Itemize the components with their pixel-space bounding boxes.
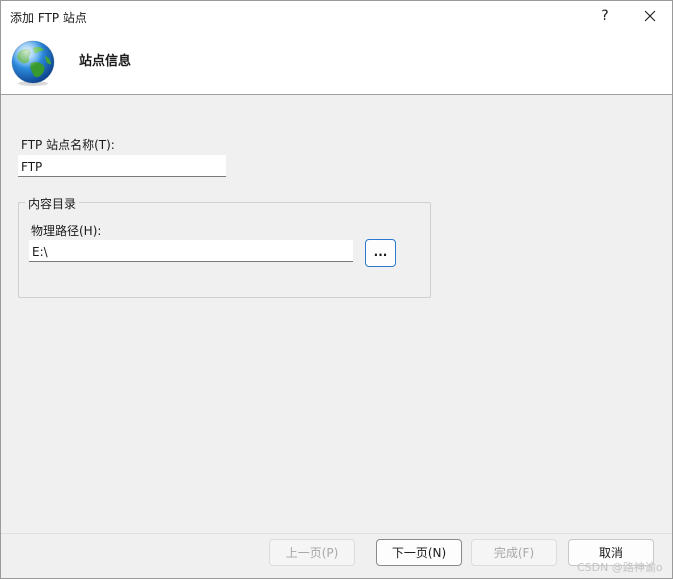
wizard-header: 站点信息 xyxy=(1,31,672,95)
page-title: 站点信息 xyxy=(79,54,132,69)
browse-button[interactable]: ... xyxy=(365,239,396,267)
browse-button-label: ... xyxy=(373,245,388,259)
footer-divider xyxy=(1,533,672,534)
finish-button[interactable]: 完成(F) xyxy=(471,539,557,566)
site-name-label: FTP 站点名称(T): xyxy=(21,138,115,152)
add-ftp-site-dialog: 添加 FTP 站点 ? 站点信息 FTP 站点名称(T): FTP 内容目录 物… xyxy=(0,0,673,579)
next-button[interactable]: 下一页(N) xyxy=(376,539,462,566)
window-title: 添加 FTP 站点 xyxy=(10,11,87,25)
watermark: CSDN @路神谕o xyxy=(577,561,663,574)
previous-button[interactable]: 上一页(P) xyxy=(269,539,355,566)
physical-path-label: 物理路径(H): xyxy=(31,224,102,238)
help-button[interactable]: ? xyxy=(582,1,628,31)
physical-path-input[interactable] xyxy=(29,240,353,262)
content-directory-legend: 内容目录 xyxy=(25,195,80,212)
finish-button-label: 完成(F) xyxy=(493,546,535,560)
globe-icon xyxy=(11,40,55,86)
previous-button-label: 上一页(P) xyxy=(285,546,339,560)
next-button-label: 下一页(N) xyxy=(391,546,447,560)
site-name-input[interactable] xyxy=(18,155,226,177)
close-button[interactable] xyxy=(627,1,672,31)
close-icon xyxy=(644,10,656,22)
help-icon: ? xyxy=(601,8,609,24)
title-bar[interactable]: 添加 FTP 站点 ? xyxy=(1,1,672,31)
